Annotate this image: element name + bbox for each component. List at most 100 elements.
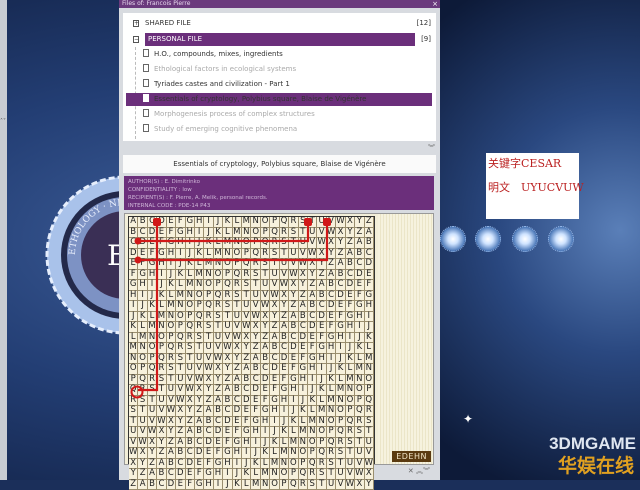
table-cell[interactable]: R xyxy=(195,322,204,333)
table-cell[interactable]: R xyxy=(270,238,279,249)
table-cell[interactable]: Y xyxy=(280,301,289,312)
table-cell[interactable]: N xyxy=(176,301,185,312)
table-cell[interactable]: W xyxy=(148,427,157,438)
table-cell[interactable]: M xyxy=(242,217,251,228)
table-cell[interactable]: Y xyxy=(223,364,232,375)
table-cell[interactable]: P xyxy=(270,217,279,228)
table-cell[interactable]: W xyxy=(261,301,270,312)
table-cell[interactable]: P xyxy=(346,406,355,417)
table-cell[interactable]: I xyxy=(299,385,308,396)
table-cell[interactable]: U xyxy=(242,301,251,312)
table-cell[interactable]: Q xyxy=(204,301,213,312)
table-cell[interactable]: F xyxy=(214,448,223,459)
table-cell[interactable]: N xyxy=(233,238,242,249)
table-cell[interactable]: E xyxy=(186,469,195,480)
table-cell[interactable]: C xyxy=(148,217,157,228)
table-cell[interactable]: N xyxy=(365,364,374,375)
table-cell[interactable]: S xyxy=(336,448,345,459)
table-cell[interactable]: M xyxy=(167,301,176,312)
table-cell[interactable]: H xyxy=(327,343,336,354)
table-cell[interactable]: C xyxy=(336,280,345,291)
folder-shared[interactable]: +SHARED FILE xyxy=(133,17,433,30)
table-cell[interactable]: I xyxy=(214,480,223,490)
table-cell[interactable]: E xyxy=(299,343,308,354)
table-cell[interactable]: Z xyxy=(233,364,242,375)
table-cell[interactable]: A xyxy=(299,301,308,312)
table-cell[interactable]: N xyxy=(214,259,223,270)
table-cell[interactable]: J xyxy=(270,427,279,438)
table-cell[interactable]: L xyxy=(214,238,223,249)
table-cell[interactable]: P xyxy=(138,364,147,375)
table-cell[interactable]: K xyxy=(223,217,232,228)
table-cell[interactable]: J xyxy=(365,322,374,333)
table-cell[interactable]: S xyxy=(299,217,308,228)
table-cell[interactable]: Z xyxy=(176,427,185,438)
table-cell[interactable]: Q xyxy=(280,217,289,228)
table-cell[interactable]: V xyxy=(336,480,345,490)
table-cell[interactable]: Q xyxy=(317,448,326,459)
table-cell[interactable]: F xyxy=(157,238,166,249)
table-cell[interactable]: J xyxy=(138,301,147,312)
table-cell[interactable]: K xyxy=(317,385,326,396)
table-cell[interactable]: F xyxy=(327,322,336,333)
table-cell[interactable]: K xyxy=(204,238,213,249)
panel-controls[interactable]: ✕ ︽︾ xyxy=(408,466,430,476)
table-cell[interactable]: L xyxy=(308,406,317,417)
table-cell[interactable]: T xyxy=(346,448,355,459)
table-cell[interactable]: H xyxy=(214,469,223,480)
table-cell[interactable]: S xyxy=(204,322,213,333)
table-cell[interactable]: M xyxy=(355,364,364,375)
table-cell[interactable]: F xyxy=(251,406,260,417)
table-cell[interactable]: T xyxy=(365,427,374,438)
table-cell[interactable]: Y xyxy=(186,406,195,417)
table-cell[interactable]: R xyxy=(214,301,223,312)
table-cell[interactable]: I xyxy=(261,427,270,438)
table-cell[interactable]: Q xyxy=(289,480,298,490)
table-cell[interactable]: P xyxy=(214,280,223,291)
table-cell[interactable]: C xyxy=(204,427,213,438)
table-cell[interactable]: D xyxy=(289,343,298,354)
table-cell[interactable]: X xyxy=(176,406,185,417)
table-cell[interactable]: V xyxy=(327,217,336,228)
table-cell[interactable]: W xyxy=(223,343,232,354)
table-cell[interactable]: Y xyxy=(299,280,308,291)
table-cell[interactable]: Q xyxy=(299,469,308,480)
table-cell[interactable]: R xyxy=(157,364,166,375)
table-cell[interactable]: C xyxy=(299,322,308,333)
table-cell[interactable]: K xyxy=(280,427,289,438)
table-cell[interactable]: B xyxy=(289,322,298,333)
table-cell[interactable]: T xyxy=(308,217,317,228)
table-cell[interactable]: X xyxy=(355,480,364,490)
table-cell[interactable]: W xyxy=(129,448,138,459)
table-cell[interactable]: H xyxy=(289,385,298,396)
table-cell[interactable]: I xyxy=(355,322,364,333)
table-cell[interactable]: I xyxy=(148,280,157,291)
table-cell[interactable]: Q xyxy=(223,280,232,291)
table-cell[interactable]: Z xyxy=(346,238,355,249)
table-cell[interactable]: V xyxy=(195,364,204,375)
table-cell[interactable]: F xyxy=(365,280,374,291)
table-cell[interactable]: B xyxy=(365,238,374,249)
table-cell[interactable]: G xyxy=(299,364,308,375)
table-cell[interactable]: I xyxy=(280,406,289,417)
table-cell[interactable]: J xyxy=(251,448,260,459)
table-cell[interactable]: Z xyxy=(251,343,260,354)
table-cell[interactable]: E xyxy=(280,364,289,375)
table-cell[interactable]: H xyxy=(270,406,279,417)
table-cell[interactable]: O xyxy=(261,217,270,228)
table-cell[interactable]: I xyxy=(223,469,232,480)
table-cell[interactable]: E xyxy=(223,427,232,438)
table-cell[interactable]: G xyxy=(167,238,176,249)
table-cell[interactable]: R xyxy=(176,343,185,354)
table-cell[interactable]: N xyxy=(251,217,260,228)
table-cell[interactable]: L xyxy=(346,364,355,375)
table-cell[interactable]: B xyxy=(148,480,157,490)
table-cell[interactable]: Z xyxy=(365,217,374,228)
table-cell[interactable]: K xyxy=(186,259,195,270)
table-cell[interactable]: V xyxy=(214,343,223,354)
table-cell[interactable]: B xyxy=(308,301,317,312)
table-cell[interactable]: Y xyxy=(261,322,270,333)
table-cell[interactable]: W xyxy=(346,480,355,490)
table-cell[interactable]: D xyxy=(233,406,242,417)
table-cell[interactable]: N xyxy=(138,343,147,354)
